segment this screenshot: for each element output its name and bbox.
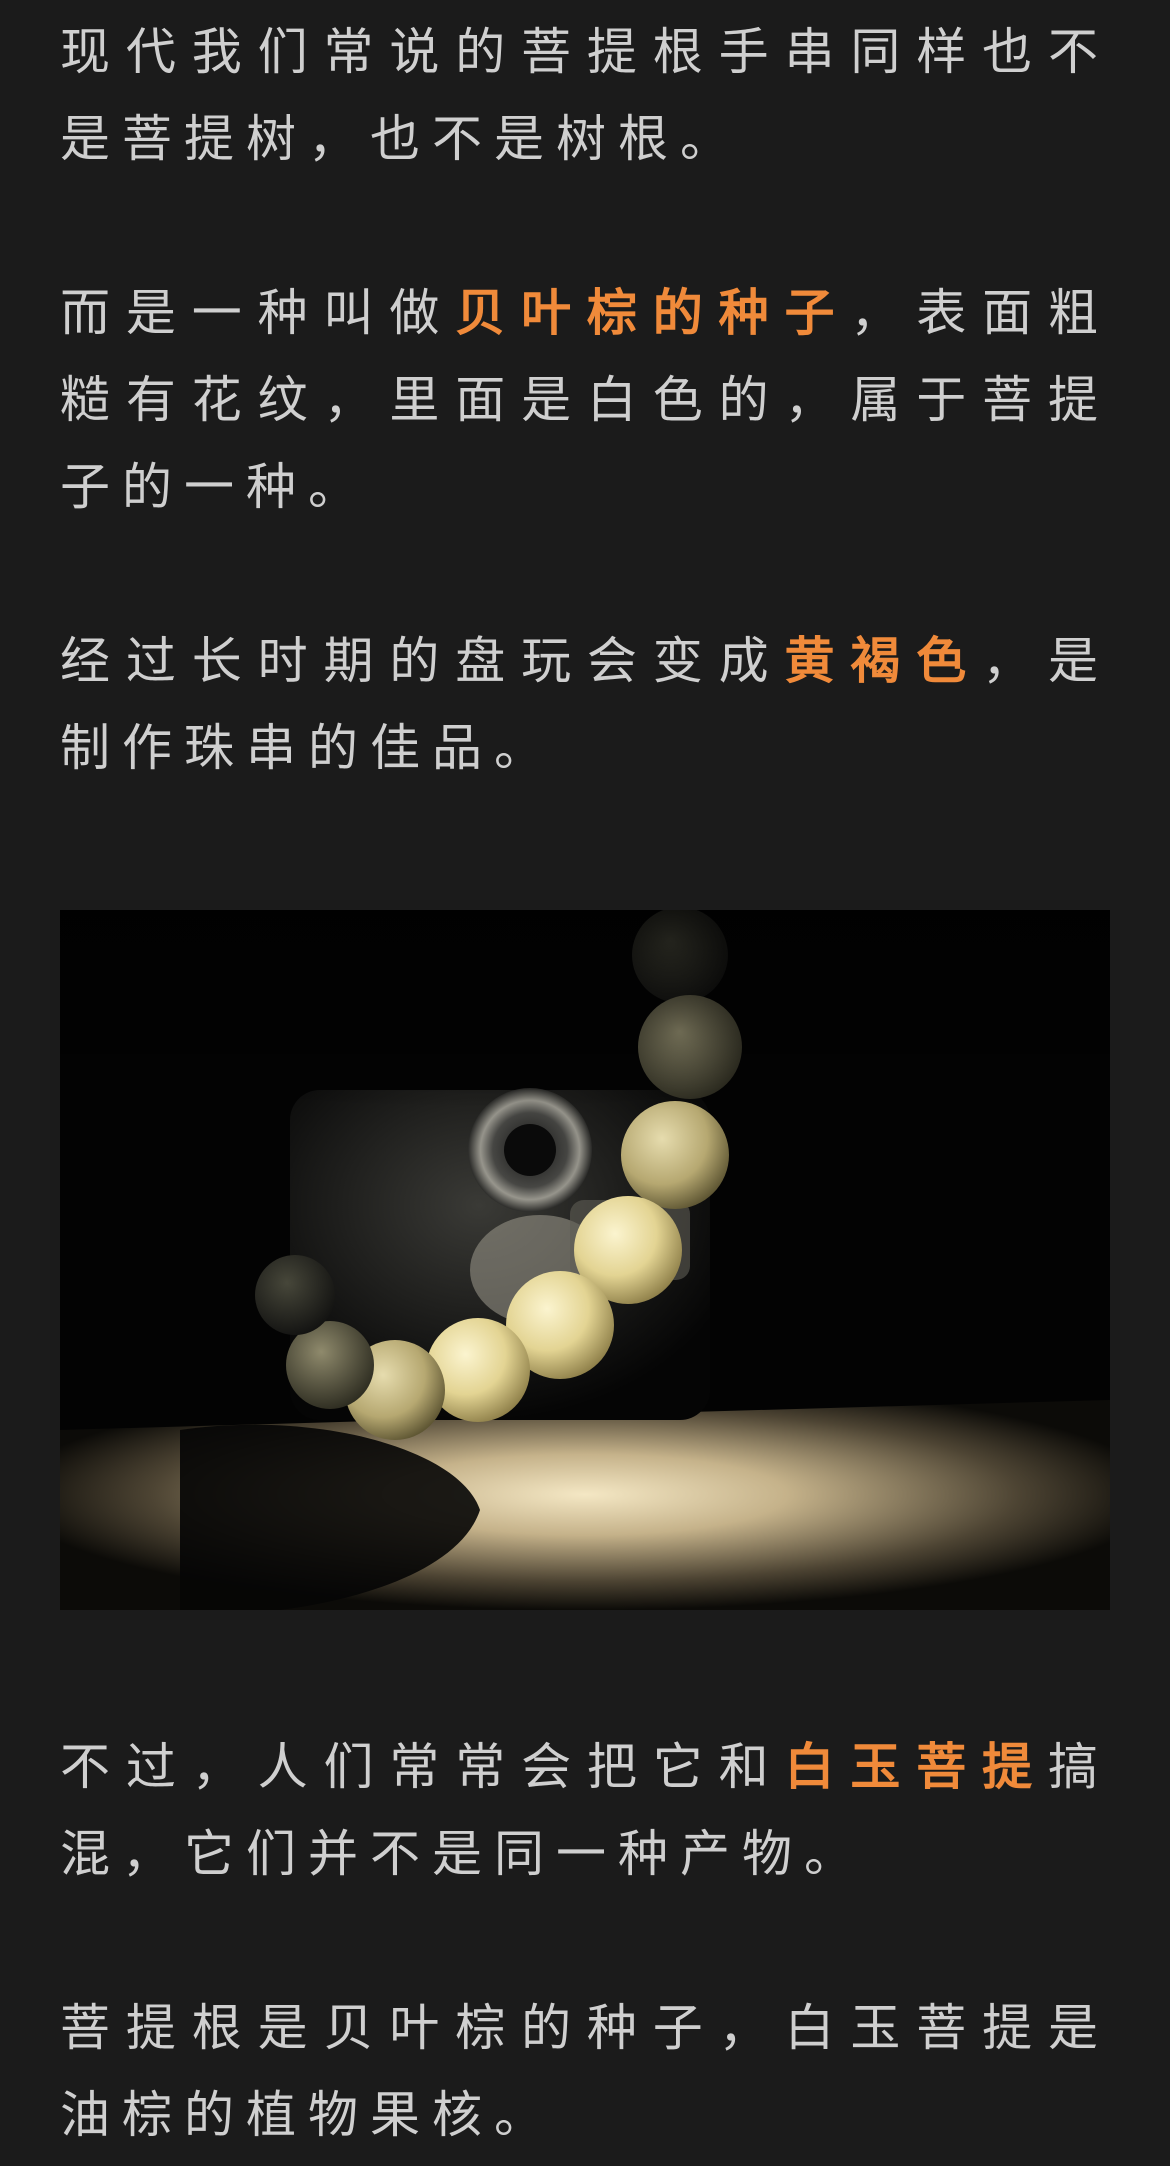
highlight-palm-seed: 贝叶棕的种子 (455, 284, 851, 342)
paragraph-origin-difference: 菩提根是贝叶棕的种子，白玉菩提是油棕的植物果核。 (60, 1985, 1110, 2159)
paragraph-text: 菩提根是贝叶棕的种子，白玉菩提是油棕的植物果核。 (60, 1999, 1110, 2144)
paragraph-text-before: 不过，人们常常会把它和 (60, 1738, 785, 1796)
paragraph-text: 现代我们常说的菩提根手串同样也不是菩提树，也不是树根。 (60, 23, 1110, 168)
highlight-yellow-brown: 黄褐色 (784, 632, 983, 690)
paragraph-text-before: 而是一种叫做 (60, 284, 456, 342)
paragraph-bodhi-root-not-tree: 现代我们常说的菩提根手串同样也不是菩提树，也不是树根。 (60, 9, 1110, 183)
paragraph-patina-color: 经过长时期的盘玩会变成黄褐色，是制作珠串的佳品。 (60, 618, 1110, 792)
paragraph-white-jade-confusion: 不过，人们常常会把它和白玉菩提搞混，它们并不是同一种产物。 (60, 1724, 1110, 1898)
highlight-white-jade-bodhi: 白玉菩提 (784, 1738, 1049, 1796)
paragraph-text-before: 经过长时期的盘玩会变成 (60, 632, 785, 690)
paragraph-palm-seed: 而是一种叫做贝叶棕的种子，表面粗糙有花纹，里面是白色的，属于菩提子的一种。 (60, 270, 1110, 531)
bracelet-photo[interactable] (60, 910, 1110, 1610)
